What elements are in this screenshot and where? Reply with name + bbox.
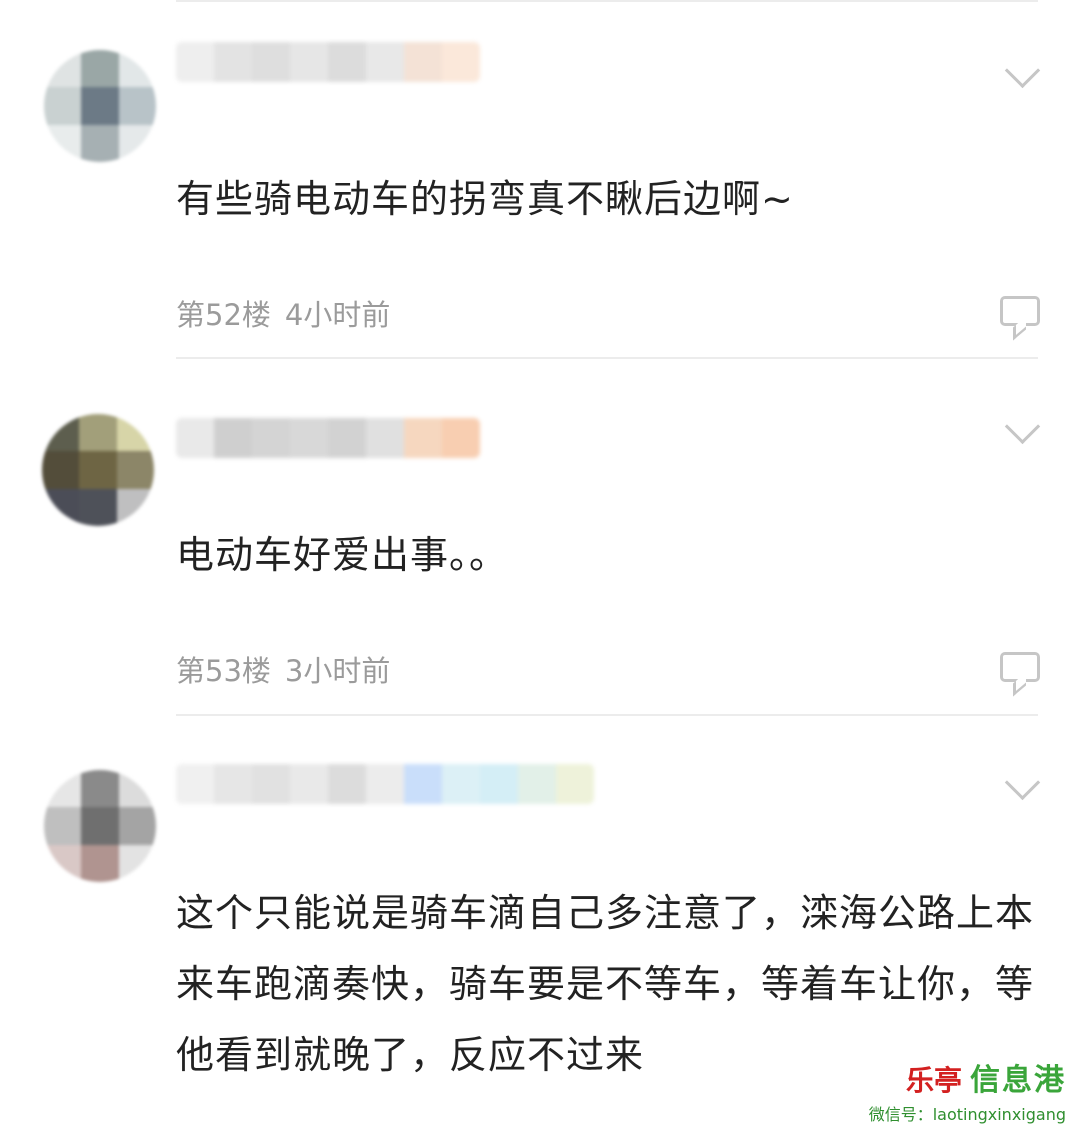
avatar[interactable]	[42, 414, 154, 526]
avatar-pixel	[118, 87, 156, 125]
avatar-pixel	[116, 414, 154, 452]
username-pixel	[290, 418, 328, 458]
avatar-pixel	[42, 451, 80, 489]
avatar[interactable]	[44, 770, 156, 882]
watermark-subtitle: 微信号：laotingxinxigang	[868, 1105, 1066, 1124]
username-pixel	[328, 418, 366, 458]
avatar-pixel	[44, 770, 82, 808]
floor-label: 第53楼	[176, 654, 271, 688]
avatar-pixel	[81, 844, 119, 882]
username-pixel	[404, 764, 442, 804]
username-pixel	[176, 764, 214, 804]
username-pixel	[328, 764, 366, 804]
avatar-pixel	[81, 124, 119, 162]
divider	[176, 714, 1038, 716]
chevron-down-icon[interactable]	[1004, 52, 1041, 89]
username-pixel	[290, 42, 328, 82]
avatar-pixel	[118, 124, 156, 162]
username-pixel	[366, 42, 404, 82]
username-pixel	[328, 42, 366, 82]
username-pixel	[214, 418, 252, 458]
username-pixel	[442, 764, 480, 804]
avatar-pixel	[81, 807, 119, 845]
chevron-down-icon[interactable]	[1004, 764, 1041, 801]
avatar-pixel	[118, 807, 156, 845]
chevron-down-icon[interactable]	[1004, 408, 1041, 445]
username-pixel	[518, 764, 556, 804]
username-pixel	[404, 418, 442, 458]
username-pixel	[176, 418, 214, 458]
top-divider	[176, 0, 1038, 2]
avatar-pixel	[44, 87, 82, 125]
username-pixel	[366, 418, 404, 458]
comment-text: 有些骑电动车的拐弯真不瞅后边啊~	[176, 177, 794, 221]
comment-text: 电动车好爱出事。。	[176, 533, 509, 577]
username-pixel	[252, 418, 290, 458]
avatar-pixel	[118, 844, 156, 882]
avatar-pixel	[81, 770, 119, 808]
username-pixel	[404, 42, 442, 82]
username-pixel	[252, 764, 290, 804]
username-pixel	[290, 764, 328, 804]
avatar-pixel	[79, 414, 117, 452]
username-blurred[interactable]	[176, 418, 480, 458]
floor-label: 第52楼	[176, 298, 271, 332]
avatar-pixel	[44, 124, 82, 162]
avatar-pixel	[81, 87, 119, 125]
username-pixel	[366, 764, 404, 804]
avatar-pixel	[44, 807, 82, 845]
avatar-pixel	[42, 414, 80, 452]
avatar-pixel	[116, 451, 154, 489]
username-pixel	[442, 42, 480, 82]
reply-icon[interactable]	[1000, 296, 1040, 326]
avatar-pixel	[44, 844, 82, 882]
avatar-pixel	[116, 488, 154, 526]
divider	[176, 357, 1038, 359]
reply-icon[interactable]	[1000, 652, 1040, 682]
username-pixel	[480, 764, 518, 804]
username-pixel	[214, 764, 252, 804]
watermark: 乐亭 信息港 微信号：laotingxinxigang	[869, 1055, 1066, 1125]
avatar-pixel	[79, 451, 117, 489]
username-pixel	[556, 764, 594, 804]
username-pixel	[214, 42, 252, 82]
avatar-pixel	[79, 488, 117, 526]
avatar-pixel	[81, 50, 119, 88]
watermark-title: 信息港	[970, 1063, 1066, 1098]
watermark-logo: 乐亭	[905, 1064, 962, 1097]
username-pixel	[442, 418, 480, 458]
username-pixel	[176, 42, 214, 82]
avatar[interactable]	[44, 50, 156, 162]
avatar-pixel	[42, 488, 80, 526]
avatar-pixel	[44, 50, 82, 88]
time-label: 3小时前	[284, 654, 391, 688]
comment-meta: 第52楼 4小时前	[176, 292, 404, 334]
comment-meta: 第53楼 3小时前	[176, 648, 404, 690]
avatar-pixel	[118, 50, 156, 88]
avatar-pixel	[118, 770, 156, 808]
time-label: 4小时前	[284, 298, 391, 332]
username-blurred[interactable]	[176, 42, 480, 82]
username-pixel	[252, 42, 290, 82]
username-blurred[interactable]	[176, 764, 594, 804]
